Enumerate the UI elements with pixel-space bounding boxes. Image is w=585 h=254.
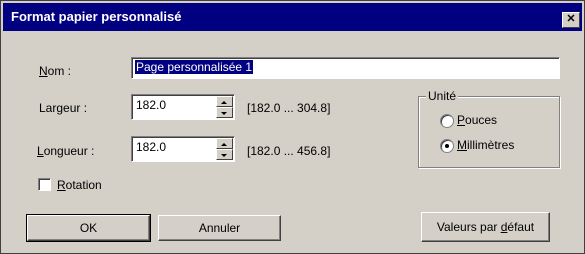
length-input-value: 182.0 [136, 140, 167, 154]
length-range: [182.0 ... 456.8] [247, 144, 331, 158]
inches-label-rest: ouces [465, 113, 498, 127]
width-range: [182.0 ... 304.8] [247, 101, 331, 115]
width-decrement-button[interactable] [216, 107, 233, 118]
arrow-up-icon [221, 101, 227, 104]
rotation-label-first-char: R [57, 178, 66, 192]
length-label-first-char: L [37, 144, 44, 158]
rotation-label[interactable]: Rotation [57, 178, 102, 192]
close-icon: ✕ [566, 13, 576, 25]
length-label: Longueur : [37, 144, 94, 158]
width-input-value: 182.0 [136, 98, 167, 112]
radio-selected-dot [445, 144, 449, 148]
name-label: Nom : [39, 64, 71, 78]
arrow-up-icon [221, 143, 227, 146]
millimeters-label-rest: illimètres [467, 138, 515, 152]
width-input[interactable]: 182.0 [131, 94, 235, 120]
width-increment-button[interactable] [216, 96, 233, 107]
name-input-value: Page personnalisée 1 [135, 60, 254, 74]
unit-radio-millimeters[interactable] [440, 139, 454, 153]
name-label-rest: om : [47, 64, 72, 78]
width-label: Largeur : [39, 101, 88, 115]
length-label-rest: ongueur : [43, 144, 95, 158]
unit-option-millimeters-label[interactable]: Millimètres [457, 138, 514, 152]
inches-accel-char: P [457, 113, 466, 127]
dialog-title: Format papier personnalisé [11, 9, 182, 24]
unit-radio-inches[interactable] [440, 114, 454, 128]
name-input[interactable]: Page personnalisée 1 [131, 57, 560, 79]
unit-group-title: Unité [426, 89, 459, 103]
arrow-down-icon [221, 154, 227, 157]
arrow-down-icon [221, 112, 227, 115]
millimeters-accel-char: M [457, 138, 467, 152]
ok-button[interactable]: OK [26, 214, 151, 242]
defaults-button[interactable]: Valeurs par défaut [421, 212, 550, 242]
rotation-label-rest: otation [65, 178, 102, 192]
length-spinner [216, 138, 233, 160]
length-decrement-button[interactable] [216, 149, 233, 160]
title-bar[interactable]: Format papier personnalisé ✕ [3, 3, 582, 31]
length-input[interactable]: 182.0 [131, 136, 235, 162]
cancel-button[interactable]: Annuler [158, 215, 281, 241]
length-increment-button[interactable] [216, 138, 233, 149]
name-label-first-char: N [39, 64, 48, 78]
width-spinner [216, 96, 233, 118]
defaults-label-rest: éfaut [507, 220, 535, 234]
custom-paper-dialog: Format papier personnalisé ✕ Nom : Page … [0, 0, 585, 254]
rotation-checkbox[interactable] [38, 178, 51, 191]
unit-option-inches-label[interactable]: Pouces [457, 113, 497, 127]
unit-groupbox: Unité Pouces Millimètres [418, 89, 560, 168]
close-button[interactable]: ✕ [562, 12, 580, 28]
defaults-label-start: Valeurs par [436, 220, 501, 234]
